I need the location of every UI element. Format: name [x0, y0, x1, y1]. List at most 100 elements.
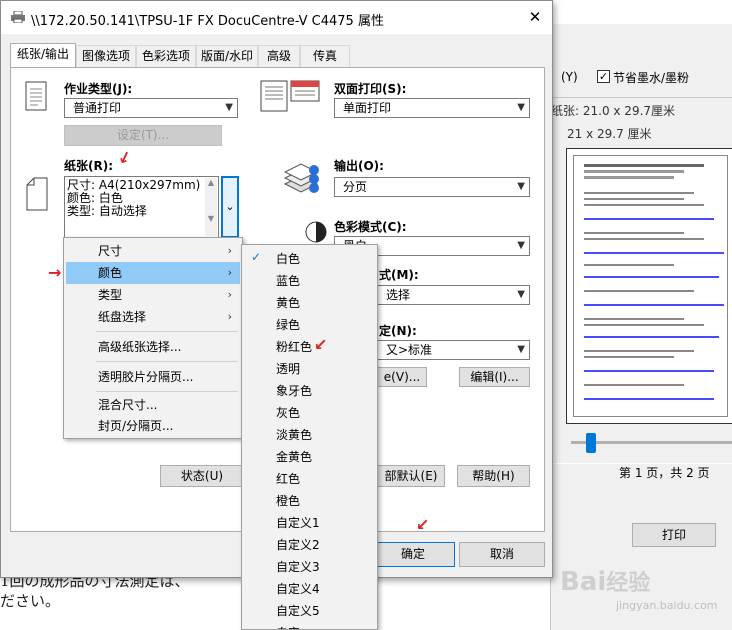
tab-layout-watermark[interactable]: 版面/水印 — [196, 45, 258, 67]
color-option[interactable]: 绿色 — [244, 314, 375, 336]
paper-dropdown-button[interactable]: ⌄ — [221, 176, 239, 238]
ok-button[interactable]: 确定 — [371, 542, 455, 567]
paper-size-line-2: 21 x 29.7 厘米 — [567, 127, 652, 141]
red-arrow-annotation: ↙ — [416, 515, 430, 534]
color-option[interactable]: 自定义5 — [244, 600, 375, 622]
partial-value-1: 选择 — [386, 288, 411, 302]
red-arrow-annotation: ↙ — [314, 335, 328, 354]
output-value: 分页 — [343, 180, 368, 194]
color-option[interactable]: 淡黄色 — [244, 424, 375, 446]
paper-label: 纸张(R): — [64, 159, 114, 173]
chevron-right-icon: › — [227, 310, 232, 323]
chevron-right-icon: › — [227, 288, 232, 301]
menu-item-type[interactable]: 类型 › — [66, 284, 240, 306]
paper-size-line: 纸张: 21.0 x 29.7厘米 — [551, 104, 676, 118]
edit-button[interactable]: 编辑(I)... — [459, 367, 530, 387]
divider — [551, 97, 732, 98]
duplex-label: 双面打印(S): — [334, 82, 407, 96]
color-option[interactable]: 红色 — [244, 468, 375, 490]
output-stack-icon — [283, 162, 321, 199]
color-option[interactable]: 粉红色 — [244, 336, 375, 358]
color-option[interactable]: 自定义1 — [244, 512, 375, 534]
defaults-button[interactable]: 部默认(E) — [377, 465, 445, 487]
status-button[interactable]: 状态(U) — [160, 465, 244, 487]
tab-color-options[interactable]: 色彩选项 — [136, 45, 196, 67]
color-option[interactable]: 白色 — [244, 248, 375, 270]
partial-value-2: 又>标准 — [386, 343, 433, 357]
tab-paper-output[interactable]: 纸张/输出 — [10, 43, 76, 68]
color-mode-label: 色彩模式(C): — [334, 220, 407, 234]
color-option[interactable]: 自定义4 — [244, 578, 375, 600]
paper-context-menu: 尺寸 › 颜色 › 类型 › 纸盘选择 › 高级纸张选择... 透明胶片分隔页... 混… — [63, 237, 243, 439]
cancel-button[interactable]: 取消 — [459, 542, 545, 567]
color-option[interactable]: 象牙色 — [244, 380, 375, 402]
paper-icon — [26, 177, 48, 214]
menu-item-mixed-size[interactable]: 混合尺寸... — [66, 394, 240, 416]
job-type-icon — [25, 81, 49, 116]
color-option[interactable]: 透明 — [244, 358, 375, 380]
duplex-icon — [259, 79, 323, 116]
paper-summary-box: 尺寸: A4(210x297mm) 颜色: 白色 类型: 自动选择 ▲ ▼ — [64, 176, 219, 238]
economy-label: 节省墨水/墨粉 — [613, 71, 690, 85]
menu-item-tray[interactable]: 纸盘选择 › — [66, 306, 240, 328]
chevron-right-icon: › — [227, 266, 232, 279]
watermark-url: jingyan.baidu.com — [616, 599, 718, 612]
color-option[interactable]: 黄色 — [244, 292, 375, 314]
menu-item-advanced-paper[interactable]: 高级纸张选择... — [66, 336, 240, 358]
doc-line-2: ださい。 — [0, 592, 61, 610]
menu-separator — [96, 331, 238, 332]
tab-fax[interactable]: 传真 — [300, 45, 350, 67]
chevron-down-icon: ⌄ — [225, 200, 235, 213]
print-button[interactable]: 打印 — [632, 523, 716, 547]
chevron-down-icon: ▼ — [517, 289, 525, 300]
color-option[interactable]: 自定... — [244, 622, 375, 629]
economy-checkbox[interactable]: ✓ — [597, 70, 610, 83]
watermark-logo: Bai经验 — [560, 567, 651, 597]
menu-item-cover[interactable]: 封页/分隔页... — [66, 415, 240, 437]
chevron-down-icon: ▼ — [517, 344, 525, 355]
help-button[interactable]: 帮助(H) — [457, 465, 530, 487]
tab-image-options[interactable]: 图像选项 — [76, 45, 136, 67]
partial-button-left[interactable]: e(V)... — [377, 367, 427, 387]
output-label: 输出(O): — [334, 159, 384, 173]
menu-item-size[interactable]: 尺寸 › — [66, 240, 240, 262]
close-icon[interactable]: ✕ — [520, 6, 550, 28]
chevron-down-icon: ▼ — [517, 181, 525, 192]
menu-item-color[interactable]: 颜色 › — [66, 262, 240, 284]
job-type-select[interactable]: 普通打印 ▼ — [64, 98, 238, 118]
color-option[interactable]: 灰色 — [244, 402, 375, 424]
output-select[interactable]: 分页 ▼ — [334, 177, 530, 197]
page-info: 第 1 页，共 2 页 — [619, 466, 710, 480]
scrollbar[interactable]: ▲ ▼ — [205, 178, 217, 236]
partial-label-1: 式(M): — [379, 268, 419, 282]
printer-icon — [11, 10, 25, 24]
color-option[interactable]: 蓝色 — [244, 270, 375, 292]
chevron-right-icon: › — [227, 244, 232, 257]
partial-label-2: 定(N): — [379, 324, 417, 338]
partial-select-2[interactable]: 又>标准 ▼ — [377, 340, 530, 360]
chevron-down-icon: ▼ — [517, 102, 525, 113]
partial-select-1[interactable]: 选择 ▼ — [377, 285, 530, 305]
duplex-value: 单面打印 — [343, 101, 392, 115]
color-option[interactable]: 金黄色 — [244, 446, 375, 468]
page-slider-thumb[interactable] — [586, 433, 596, 453]
chevron-down-icon: ▼ — [517, 240, 525, 251]
duplex-select[interactable]: 单面打印 ▼ — [334, 98, 530, 118]
menu-separator — [96, 361, 238, 362]
print-preview-window: (Y) ✓ 节省墨水/墨粉 纸张: 21.0 x 29.7厘米 21 x 29.… — [550, 24, 732, 630]
color-option[interactable]: 自定义3 — [244, 556, 375, 578]
red-arrow-annotation: → — [48, 263, 62, 282]
tab-advanced[interactable]: 高级 — [258, 45, 300, 67]
color-option[interactable]: 橙色 — [244, 490, 375, 512]
preview-content — [573, 155, 728, 417]
job-type-value: 普通打印 — [73, 101, 122, 115]
preview-page — [566, 148, 732, 424]
dialog-title: \\172.20.50.141\TPSU-1F FX DocuCentre-V … — [31, 14, 384, 29]
color-option[interactable]: 自定义2 — [244, 534, 375, 556]
job-type-label: 作业类型(J): — [64, 82, 133, 96]
paper-summary-type: 类型: 自动选择 — [67, 204, 147, 218]
color-submenu: ✓ 白色 蓝色 黄色 绿色 粉红色 透明 象牙色 灰色 淡黄色 金黄色 红色 橙色 自定义1 自定义2 自定… — [241, 244, 378, 630]
menu-item-transparency[interactable]: 透明胶片分隔页... — [66, 366, 240, 388]
title-bar: \\172.20.50.141\TPSU-1F FX DocuCentre-V … — [1, 1, 552, 34]
settings-button[interactable]: 设定(T)... — [64, 125, 222, 146]
